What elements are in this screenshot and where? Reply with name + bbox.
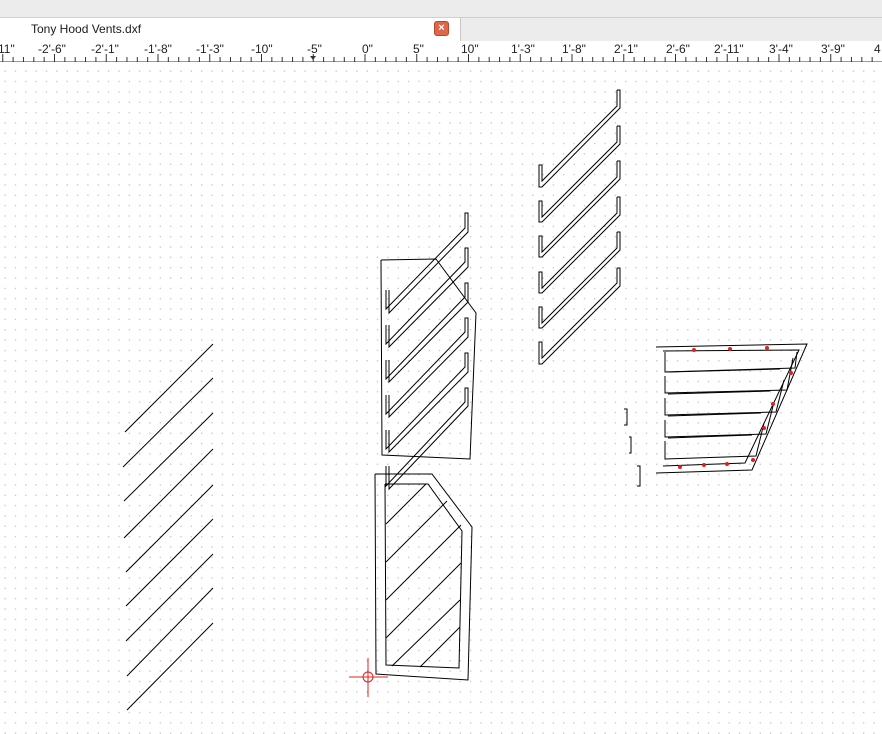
- hatch-line[interactable]: [385, 524, 462, 601]
- ruler-cursor-marker: [310, 56, 316, 60]
- louver[interactable]: [385, 282, 469, 384]
- louver[interactable]: [385, 247, 469, 349]
- grip-point[interactable]: [771, 402, 775, 406]
- louver[interactable]: [385, 352, 469, 454]
- louver[interactable]: [664, 401, 775, 438]
- center-vent-frame[interactable]: [374, 473, 473, 681]
- hatch-line[interactable]: [385, 483, 427, 525]
- cad-line[interactable]: [125, 553, 214, 642]
- grip-point[interactable]: [692, 348, 696, 352]
- grip-point[interactable]: [725, 462, 729, 466]
- grip-point[interactable]: [765, 346, 769, 350]
- vent-outline-outer[interactable]: [655, 343, 808, 474]
- cad-line[interactable]: [123, 412, 214, 502]
- cad-line[interactable]: [126, 622, 214, 711]
- horizontal-ruler[interactable]: -11" -2'-6" -2'-1" -1'-8" -1'-3" -10" -5…: [0, 41, 882, 62]
- frame-outer[interactable]: [374, 473, 473, 681]
- cad-drawing[interactable]: [0, 62, 882, 734]
- cad-line[interactable]: [122, 377, 214, 468]
- document-tab-bar: Tony Hood Vents.dxf ×: [0, 0, 882, 41]
- louver[interactable]: [538, 267, 621, 365]
- louver[interactable]: [664, 357, 794, 394]
- grip-point[interactable]: [702, 463, 706, 467]
- small-fragments[interactable]: [624, 408, 641, 487]
- center-vent-louvers[interactable]: [380, 212, 477, 491]
- document-tab-title: Tony Hood Vents.dxf: [31, 22, 142, 36]
- louver[interactable]: [538, 231, 621, 329]
- louver[interactable]: [385, 317, 469, 419]
- grip-point[interactable]: [751, 458, 755, 462]
- frame-inner[interactable]: [384, 483, 463, 669]
- grip-point[interactable]: [678, 465, 682, 469]
- louver[interactable]: [385, 212, 469, 315]
- louver[interactable]: [538, 160, 621, 258]
- vent-outline[interactable]: [380, 258, 477, 460]
- louver[interactable]: [538, 89, 621, 188]
- louver[interactable]: [538, 125, 621, 223]
- hatch-line[interactable]: [391, 599, 461, 667]
- cad-line[interactable]: [126, 587, 214, 677]
- drawing-canvas[interactable]: [0, 62, 882, 734]
- grip-point[interactable]: [762, 426, 766, 430]
- louver[interactable]: [538, 196, 621, 294]
- close-icon[interactable]: ×: [434, 21, 449, 36]
- upper-right-louvers[interactable]: [538, 89, 621, 365]
- grip-point[interactable]: [728, 347, 732, 351]
- left-diagonal-lines[interactable]: [122, 343, 214, 711]
- cad-line[interactable]: [124, 343, 214, 433]
- origin-marker: [349, 658, 388, 697]
- fragment[interactable]: [624, 408, 628, 426]
- fragment[interactable]: [637, 465, 641, 487]
- cad-line[interactable]: [125, 518, 214, 607]
- right-vent-panel[interactable]: [655, 343, 808, 474]
- grip-point[interactable]: [789, 371, 793, 375]
- grip-points[interactable]: [678, 346, 793, 469]
- cad-line[interactable]: [125, 484, 214, 573]
- document-tab[interactable]: Tony Hood Vents.dxf ×: [0, 18, 461, 41]
- fragment[interactable]: [629, 436, 632, 454]
- cad-line[interactable]: [123, 448, 214, 539]
- hatch-line[interactable]: [385, 562, 462, 639]
- louver[interactable]: [664, 379, 785, 416]
- hatch-line[interactable]: [385, 500, 448, 563]
